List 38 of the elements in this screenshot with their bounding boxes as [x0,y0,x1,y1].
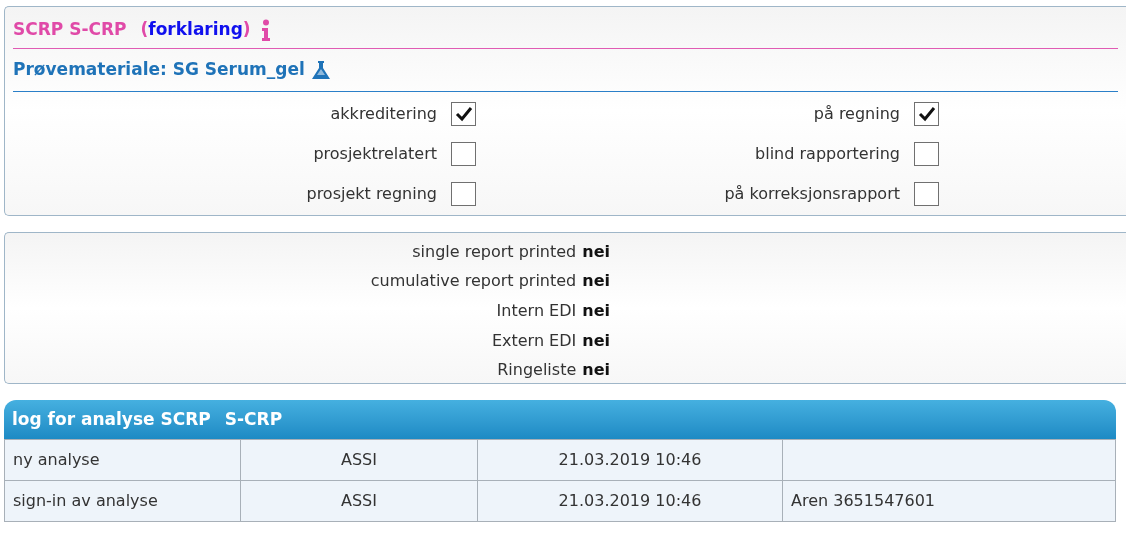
checkbox[interactable] [451,102,476,126]
checkbox[interactable] [451,142,476,166]
report-value: nei [582,300,610,322]
log-title: log for analyse SCRP [12,407,211,431]
report-value: nei [582,329,610,352]
report-label: cumulative report printed [370,270,577,293]
log-analysis: S-CRP [224,407,283,431]
table-cell: ASSI [240,439,478,481]
flag-label: blind rapportering [755,143,900,165]
checkbox[interactable] [451,182,476,206]
flag-label: akkreditering [330,103,437,125]
explanation-link[interactable]: (forklaring) [140,16,251,43]
flag-label: prosjektrelatert [313,143,437,165]
report-label: single report printed [412,240,577,263]
checkbox[interactable] [914,142,939,166]
report-label: Intern EDI [496,300,577,322]
table-cell: sign-in av analyse [4,480,241,522]
checkmark-icon [454,106,473,122]
table-cell: Aren 3651547601 [782,480,1116,522]
report-label: Ringeliste [497,359,577,382]
report-label: Extern EDI [491,329,577,352]
table-cell: ny analyse [4,439,241,481]
flag-label: på regning [813,103,900,125]
flag-label: prosjekt regning [306,183,437,205]
flask-icon [310,60,331,80]
report-value: nei [582,240,610,263]
info-icon[interactable] [260,18,271,41]
table-cell: 21.03.2019 10:46 [477,480,783,522]
report-value: nei [582,270,610,293]
analysis-title: SCRP S-CRP [13,17,127,41]
checkbox[interactable] [914,182,939,206]
flag-label: på korreksjonsrapport [724,183,900,205]
report-value: nei [582,359,610,382]
checkmark-icon [917,106,936,122]
checkbox[interactable] [914,102,939,126]
sample-material-title: Prøvemateriale: SG Serum_gel [13,58,305,82]
table-cell: ASSI [240,480,478,522]
table-cell: 21.03.2019 10:46 [477,439,783,481]
